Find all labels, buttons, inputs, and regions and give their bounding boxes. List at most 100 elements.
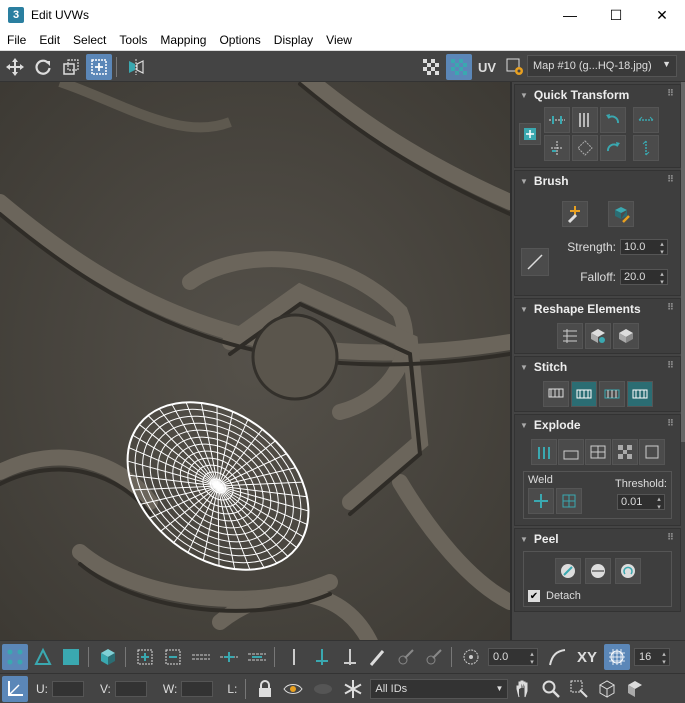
align-horizontal-icon[interactable]	[544, 107, 570, 133]
flip-vertical-icon[interactable]	[633, 135, 659, 161]
menu-file[interactable]: File	[0, 33, 32, 47]
menu-tools[interactable]: Tools	[112, 33, 153, 47]
move-icon[interactable]	[2, 54, 28, 80]
zoom-selected-icon[interactable]	[622, 676, 648, 702]
panel-scrollbar[interactable]	[681, 82, 685, 442]
select-shrink-icon[interactable]	[160, 644, 186, 670]
rotate-ccw-icon[interactable]	[600, 107, 626, 133]
rollout-header-quick-transform[interactable]: ▼ Quick Transform ⠿	[515, 85, 680, 105]
lock-icon[interactable]	[252, 676, 278, 702]
rotate-cw-icon[interactable]	[600, 135, 626, 161]
scale-icon[interactable]	[58, 54, 84, 80]
falloff-curve-icon[interactable]	[521, 248, 549, 276]
uv-spoke[interactable]	[217, 458, 309, 540]
map-select[interactable]: Map #10 (g...HQ-18.jpg) ▼	[527, 55, 677, 77]
material-id-select[interactable]: All IDs ▼	[370, 678, 509, 699]
close-button[interactable]: ✕	[639, 0, 685, 30]
align-bottom-icon[interactable]	[544, 135, 570, 161]
peel-reset-icon[interactable]	[614, 558, 641, 584]
zoom-region-icon[interactable]	[566, 676, 592, 702]
explode-checker-icon[interactable]	[611, 439, 638, 465]
minimize-button[interactable]: —	[547, 0, 593, 30]
grid-snap-icon[interactable]	[604, 644, 630, 670]
uv-spoke[interactable]	[176, 485, 245, 561]
rollout-header-reshape[interactable]: ▼ Reshape Elements ⠿	[515, 299, 680, 319]
vertex-mode-icon[interactable]	[2, 644, 28, 670]
falloff-spinner[interactable]: 20.0	[620, 269, 668, 286]
w-field[interactable]	[181, 680, 214, 697]
texture-checker-icon[interactable]	[446, 54, 472, 80]
zoom-extents-icon[interactable]	[594, 676, 620, 702]
face-mode-icon[interactable]	[58, 644, 84, 670]
loop-grow-icon[interactable]	[216, 644, 242, 670]
uv-mesh[interactable]	[0, 82, 510, 640]
threshold-spinner[interactable]: 0.01	[617, 494, 665, 511]
rollout-header-brush[interactable]: ▼ Brush ⠿	[515, 171, 680, 191]
ring-grow-icon[interactable]	[309, 644, 335, 670]
break-icon[interactable]	[530, 439, 557, 465]
select-grow-icon[interactable]	[132, 644, 158, 670]
quick-peel-icon[interactable]	[554, 558, 581, 584]
align-center-icon[interactable]	[572, 135, 598, 161]
rollout-header-stitch[interactable]: ▼ Stitch ⠿	[515, 357, 680, 377]
menu-display[interactable]: Display	[267, 33, 319, 47]
uv-spoke[interactable]	[127, 433, 219, 515]
uv-label[interactable]: UV	[474, 54, 500, 80]
absolute-mode-icon[interactable]	[2, 675, 28, 702]
set-pivot-icon[interactable]	[519, 123, 541, 145]
element-mode-icon[interactable]	[95, 644, 121, 670]
flatten-icon[interactable]	[612, 323, 639, 349]
rotate-angle-spinner[interactable]: 0.0	[488, 648, 538, 666]
freeze-icon[interactable]	[308, 676, 338, 702]
weld-target-icon[interactable]	[528, 488, 554, 514]
checker-icon[interactable]	[418, 54, 444, 80]
grid-size-spinner[interactable]: 16	[634, 648, 670, 666]
soft-selection-icon[interactable]	[458, 644, 484, 670]
curve-icon[interactable]	[544, 644, 570, 670]
snowflake-icon[interactable]	[340, 676, 366, 702]
ring-select-icon[interactable]	[281, 644, 307, 670]
mirror-icon[interactable]	[123, 54, 149, 80]
uv-spoke[interactable]	[191, 411, 260, 487]
v-field[interactable]	[114, 680, 147, 697]
ring-shrink-icon[interactable]	[337, 644, 363, 670]
menu-select[interactable]: Select	[66, 33, 112, 47]
loop-select-icon[interactable]	[188, 644, 214, 670]
menu-mapping[interactable]: Mapping	[153, 33, 212, 47]
pan-hand-icon[interactable]	[510, 676, 536, 702]
paint-grow-icon[interactable]	[393, 644, 419, 670]
paint-shrink-icon[interactable]	[421, 644, 447, 670]
align-vertical-icon[interactable]	[572, 107, 598, 133]
maximize-button[interactable]: ☐	[593, 0, 639, 30]
zoom-icon[interactable]	[538, 676, 564, 702]
paint-select-icon[interactable]	[365, 644, 391, 670]
stitch-to-source-icon[interactable]	[626, 381, 653, 407]
relax-icon[interactable]	[584, 323, 611, 349]
peel-mode-icon[interactable]	[584, 558, 611, 584]
map-settings-icon[interactable]	[502, 54, 528, 80]
strength-spinner[interactable]: 10.0	[620, 239, 668, 256]
menu-edit[interactable]: Edit	[32, 33, 66, 47]
stitch-average-icon[interactable]	[598, 381, 625, 407]
u-field[interactable]	[52, 680, 84, 697]
stitch-custom-icon[interactable]	[542, 381, 569, 407]
explode-box-icon[interactable]	[638, 439, 665, 465]
relax-brush-icon[interactable]	[607, 201, 634, 227]
weld-selected-icon[interactable]	[556, 488, 582, 514]
loop-shrink-icon[interactable]	[244, 644, 270, 670]
menu-options[interactable]: Options	[212, 33, 266, 47]
paint-move-icon[interactable]	[561, 201, 588, 227]
hide-icon[interactable]	[280, 676, 306, 702]
explode-grid-icon[interactable]	[584, 439, 611, 465]
rollout-header-peel[interactable]: ▼ Peel ⠿	[515, 529, 680, 549]
detach-checkbox[interactable]: ✔	[528, 590, 540, 602]
xy-label[interactable]: XY	[572, 644, 602, 670]
edge-mode-icon[interactable]	[30, 644, 56, 670]
rotate-icon[interactable]	[30, 54, 56, 80]
uv-viewport[interactable]	[0, 82, 510, 640]
menu-view[interactable]: View	[319, 33, 358, 47]
stitch-to-target-icon[interactable]	[570, 381, 597, 407]
flip-horizontal-icon[interactable]	[633, 107, 659, 133]
rollout-header-explode[interactable]: ▼ Explode ⠿	[515, 415, 680, 435]
detach-edge-icon[interactable]	[557, 439, 584, 465]
